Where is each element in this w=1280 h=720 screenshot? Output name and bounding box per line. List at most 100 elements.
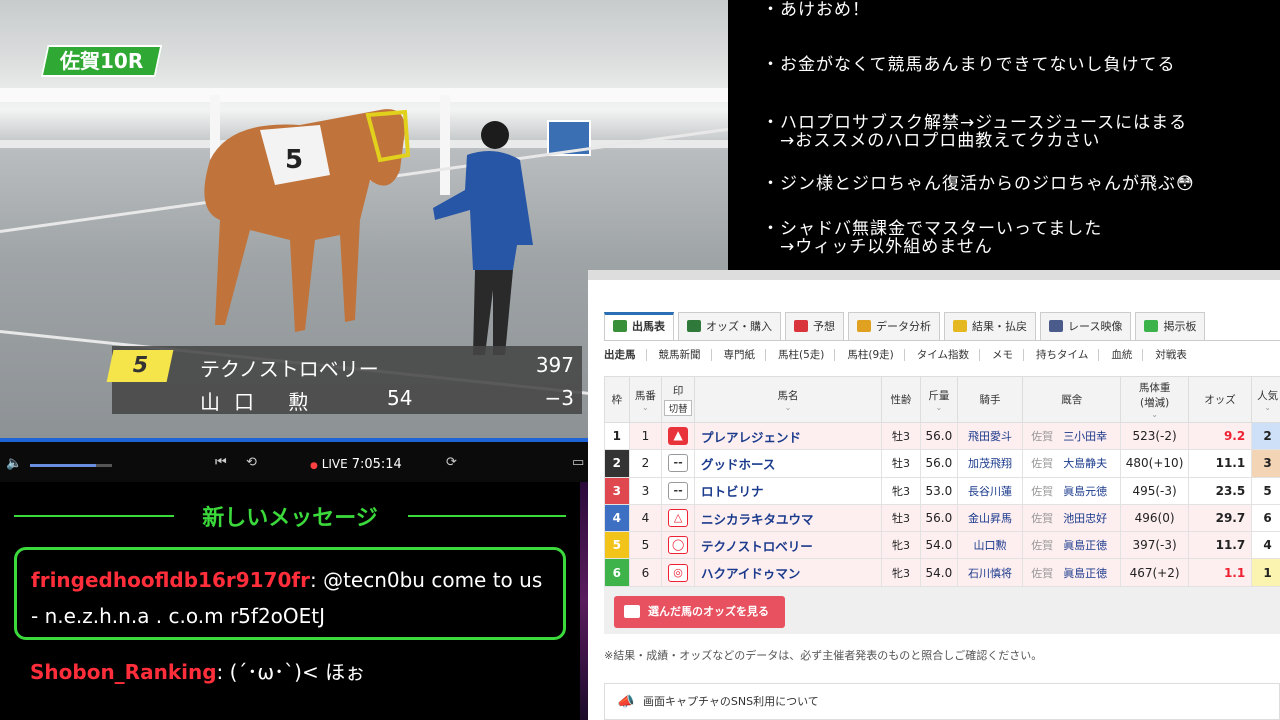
weight-cell: 397(-3) — [1120, 531, 1189, 560]
data-notice: ※結果・成績・オッズなどのデータは、必ず主催者発表のものと照合しご確認ください。 — [604, 649, 1043, 662]
mark-selector[interactable]: -- — [668, 481, 689, 500]
tab-4[interactable]: 結果・払戻 — [944, 312, 1036, 340]
table-row[interactable]: 5 5 ◯ テクノストロベリー 牝3 54.0 山口勲 佐賀 眞島正徳 397(-3) 11.7 4 — [604, 531, 1280, 560]
odds-cell[interactable]: 29.7 — [1187, 503, 1253, 533]
popularity-cell: 2 — [1251, 421, 1280, 451]
mark-cell[interactable]: △ — [661, 503, 695, 533]
odds-cell[interactable]: 23.5 — [1187, 476, 1253, 505]
mark-selector[interactable]: -- — [668, 454, 689, 473]
mark-selector[interactable]: △ — [668, 509, 689, 528]
subtab-0[interactable]: 出走馬 — [604, 348, 647, 361]
col-weight[interactable]: 馬体重 (増減) ⌄ — [1120, 376, 1189, 423]
mark-cell[interactable]: -- — [661, 449, 695, 478]
subtab-8[interactable]: 血統 — [1099, 348, 1144, 361]
mark-selector[interactable]: ◎ — [668, 563, 689, 582]
trainer-link[interactable]: 池田忠好 — [1063, 512, 1107, 525]
table-row[interactable]: 3 3 -- ロトビリナ 牝3 53.0 長谷川蓮 佐賀 眞島元徳 495(-3) 23.5 5 — [604, 476, 1280, 505]
race-card-panel: 出馬表 オッズ・購入 予想 データ分析 結果・払戻 レース映像 掲示板 出走馬 競馬新聞 専門紙… — [588, 270, 1280, 720]
mark-cell[interactable]: ▲ — [661, 421, 695, 451]
race-card-subtabs: 出走馬 競馬新聞 専門紙 馬柱(5走) 馬柱(9走) タイム指数 メモ 持ちタイム 血統 対戦表 — [604, 340, 1280, 368]
replay-icon[interactable]: ⟲ — [246, 455, 257, 470]
entry-table-body: 1 1 ▲ プレアレジェンド 牡3 56.0 飛田愛斗 佐賀 三小田幸 523(-2) 9.2 2 2 2… — [604, 421, 1280, 587]
jockey-link[interactable]: 山口勲 — [956, 531, 1024, 560]
chat-username[interactable]: Shobon_Ranking — [30, 660, 217, 684]
sort-chevron-icon[interactable]: ⌄ — [1121, 410, 1187, 419]
horse-name-link[interactable]: ニシカラキタユウマ — [693, 503, 883, 533]
mark-cell[interactable]: ◎ — [661, 558, 695, 587]
odds-cell[interactable]: 1.1 — [1187, 558, 1253, 587]
tab-5[interactable]: レース映像 — [1040, 312, 1132, 340]
kinryo-cell: 54.0 — [919, 531, 958, 560]
subtab-5[interactable]: タイム指数 — [905, 348, 981, 361]
subtab-9[interactable]: 対戦表 — [1143, 349, 1197, 361]
sort-chevron-icon[interactable]: ⌄ — [921, 403, 957, 412]
jockey-link[interactable]: 加茂飛翔 — [956, 449, 1024, 478]
mark-toggle-button[interactable]: 切替 — [664, 400, 692, 416]
mark-selector[interactable]: ◯ — [668, 536, 689, 555]
chat-username[interactable]: fringedhoofldb16r9170fr — [31, 568, 310, 592]
jockey-link[interactable]: 金山昇馬 — [956, 503, 1024, 533]
subtab-4[interactable]: 馬柱(9走) — [835, 348, 905, 361]
horse-name-link[interactable]: ロトビリナ — [693, 476, 883, 505]
live-indicator[interactable]: ● LIVE 7:05:14 — [310, 457, 402, 472]
horse-name-link[interactable]: グッドホース — [693, 449, 883, 478]
odds-cell[interactable]: 11.7 — [1187, 531, 1253, 560]
umaban-cell: 3 — [628, 476, 663, 505]
volume-icon[interactable]: 🔈 — [6, 456, 22, 471]
odds-cell[interactable]: 9.2 — [1187, 421, 1253, 451]
volume-slider[interactable] — [30, 464, 112, 467]
table-row[interactable]: 1 1 ▲ プレアレジェンド 牡3 56.0 飛田愛斗 佐賀 三小田幸 523(-2) 9.2 2 — [604, 421, 1280, 451]
odds-cell[interactable]: 11.1 — [1187, 449, 1253, 478]
trainer-region: 佐賀 — [1031, 484, 1054, 498]
view-selected-odds-button[interactable]: 選んだ馬のオッズを見る — [614, 596, 785, 628]
notes-panel: ・あけおめ！ ・お金がなくて競馬あんまりできてないし負けてる ・ハロプロサブスク… — [738, 0, 1280, 270]
table-row[interactable]: 4 4 △ ニシカラキタユウマ 牡3 56.0 金山昇馬 佐賀 池田忠好 496(0) 29.7 6 — [604, 503, 1280, 533]
subtab-2[interactable]: 専門紙 — [712, 348, 766, 361]
horse-name-link[interactable]: テクノストロベリー — [693, 531, 883, 560]
mark-cell[interactable]: -- — [661, 476, 695, 505]
tab-6[interactable]: 掲示板 — [1135, 312, 1206, 340]
trainer-link[interactable]: 眞島正徳 — [1063, 539, 1107, 552]
mark-selector[interactable]: ▲ — [668, 427, 689, 446]
skip-back-icon[interactable]: ⏮ — [215, 455, 227, 470]
sns-usage-link[interactable]: 📣 画面キャプチャのSNS利用について — [604, 683, 1280, 720]
col-kinryo[interactable]: 斤量 ⌄ — [919, 376, 958, 423]
horse-name-link[interactable]: ハクアイドゥマン — [693, 558, 883, 587]
weight-cell: 467(+2) — [1120, 558, 1189, 587]
col-name-label: 馬名 — [777, 389, 799, 402]
jockey-link[interactable]: 飛田愛斗 — [956, 421, 1024, 451]
horse-name-link[interactable]: プレアレジェンド — [693, 421, 883, 451]
col-popularity[interactable]: 人気 ⌄ — [1251, 376, 1280, 423]
sort-chevron-icon[interactable]: ⌄ — [1252, 403, 1280, 412]
weight-cell: 495(-3) — [1120, 476, 1189, 505]
tab-1[interactable]: オッズ・購入 — [678, 312, 781, 340]
video-icon — [1049, 320, 1063, 332]
col-umaban[interactable]: 馬番 ⌄ — [628, 376, 663, 423]
forward-icon[interactable]: ⟳ — [446, 455, 457, 470]
chat-icon[interactable]: ▭ — [572, 455, 584, 470]
sort-chevron-icon[interactable]: ⌄ — [695, 403, 881, 412]
tab-0[interactable]: 出馬表 — [604, 312, 674, 340]
tab-3[interactable]: データ分析 — [848, 312, 940, 340]
sort-chevron-icon[interactable]: ⌄ — [630, 403, 662, 412]
trainer-link[interactable]: 大島静夫 — [1063, 457, 1107, 470]
col-name[interactable]: 馬名 ⌄ — [693, 376, 883, 423]
subtab-1[interactable]: 競馬新聞 — [647, 348, 712, 361]
subtab-7[interactable]: 持ちタイム — [1024, 348, 1100, 361]
col-waku: 枠 — [604, 376, 630, 423]
trainer-link[interactable]: 三小田幸 — [1063, 430, 1107, 443]
table-row[interactable]: 6 6 ◎ ハクアイドゥマン 牝3 54.0 石川慎将 佐賀 眞島正徳 467(+2) 1.1 1 — [604, 558, 1280, 587]
trainer-link[interactable]: 眞島元徳 — [1063, 485, 1107, 498]
trainer-link[interactable]: 眞島正徳 — [1063, 567, 1107, 580]
jockey-link[interactable]: 長谷川蓮 — [956, 476, 1024, 505]
subtab-6[interactable]: メモ — [980, 348, 1025, 361]
chat-message: Shobon_Ranking: (´･ω･`)< ほぉ — [30, 656, 365, 685]
jockey-link[interactable]: 石川慎将 — [956, 558, 1024, 587]
note-line: ・ジン様とジロちゃん復活からのジロちゃんが飛ぶ😳 — [762, 174, 1195, 194]
tab-label: 予想 — [813, 320, 835, 333]
chat-overlay: 新しいメッセージ fringedhoofldb16r9170fr: @tecn0… — [0, 482, 588, 720]
subtab-3[interactable]: 馬柱(5走) — [766, 348, 836, 361]
mark-cell[interactable]: ◯ — [661, 531, 695, 560]
tab-2[interactable]: 予想 — [785, 312, 844, 340]
table-row[interactable]: 2 2 -- グッドホース 牡3 56.0 加茂飛翔 佐賀 大島静夫 480(+10) 11.1 3 — [604, 449, 1280, 478]
